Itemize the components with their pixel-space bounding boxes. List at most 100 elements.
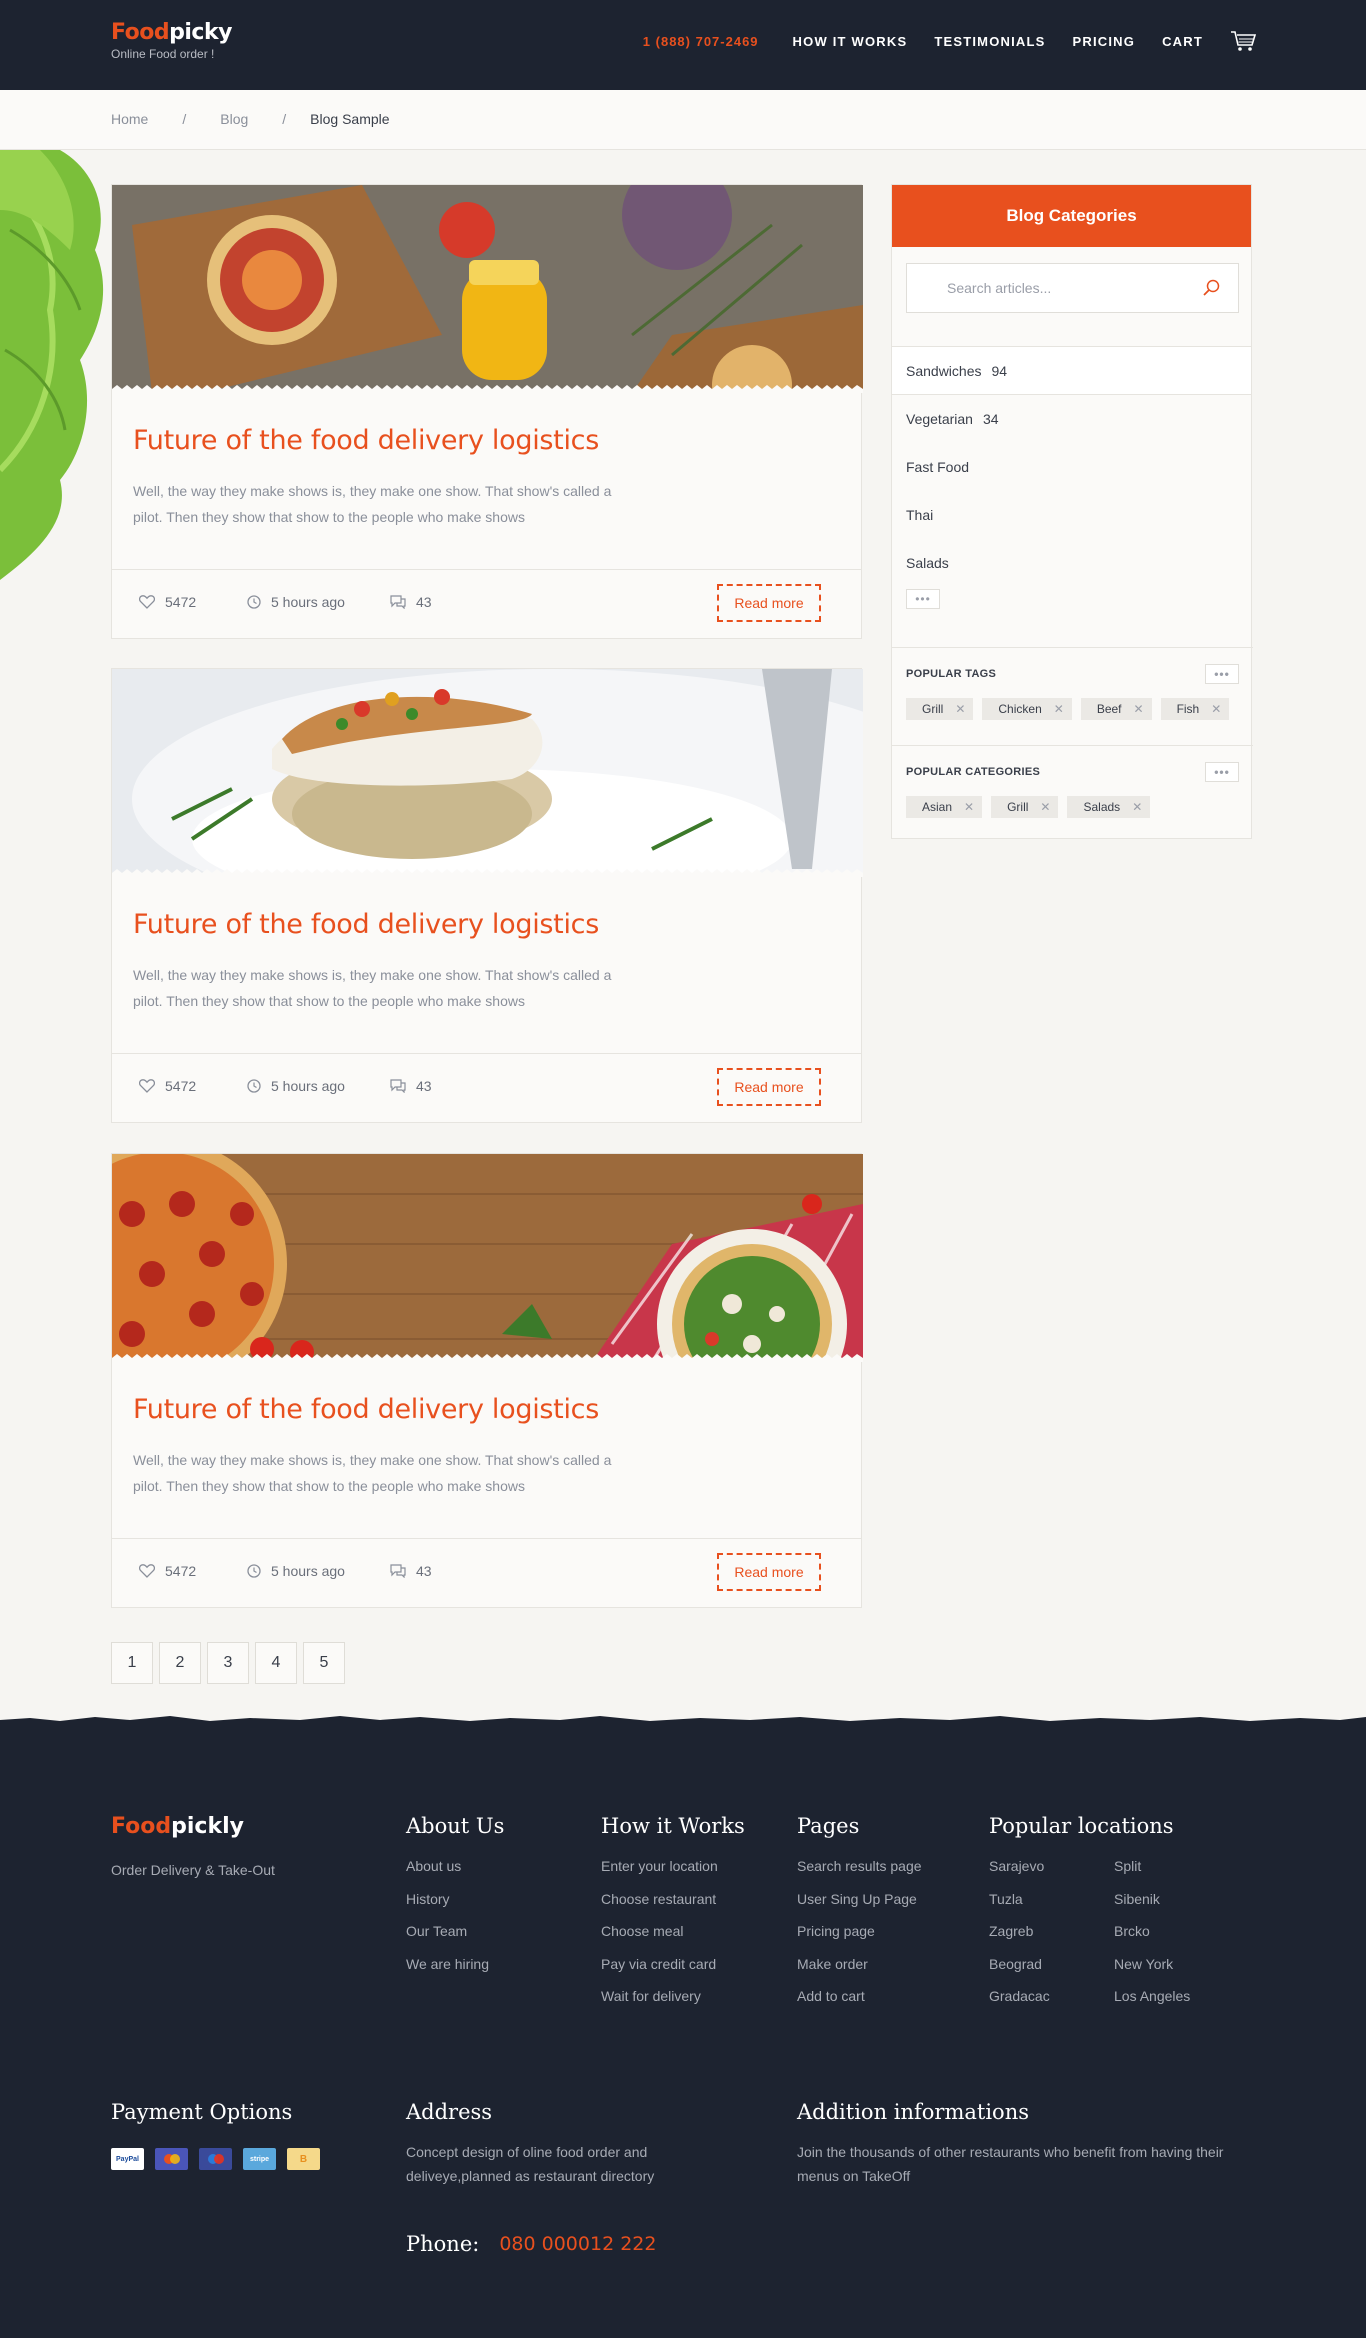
popular-tags-title: POPULAR TAGS	[906, 668, 997, 680]
location-link[interactable]: Gradacac	[989, 1988, 1114, 2021]
footer-logo[interactable]: Foodpickly	[111, 1814, 244, 1839]
nav-how-it-works[interactable]: HOW IT WORKS	[793, 34, 908, 49]
search-input[interactable]	[907, 264, 1167, 312]
footer-link[interactable]: Wait for delivery	[601, 1988, 745, 2021]
footer-link[interactable]: Pay via credit card	[601, 1956, 745, 1989]
maestro-icon	[199, 2148, 232, 2170]
cart-icon[interactable]	[1230, 30, 1256, 52]
popular-tags-more-button[interactable]: •••	[1205, 664, 1239, 684]
remove-icon[interactable]: ✕	[964, 800, 974, 814]
remove-icon[interactable]: ✕	[1211, 702, 1221, 716]
likes[interactable]: 5472	[139, 1078, 196, 1094]
remove-icon[interactable]: ✕	[1040, 800, 1050, 814]
footer-link[interactable]: History	[406, 1891, 504, 1924]
read-more-button[interactable]: Read more	[717, 584, 821, 622]
breadcrumb-home[interactable]: Home	[111, 111, 148, 127]
footer-link[interactable]: We are hiring	[406, 1956, 504, 1989]
category-item-fast-food[interactable]: Fast Food	[892, 443, 1251, 491]
zigzag-edge	[112, 385, 863, 393]
footer-link[interactable]: Choose restaurant	[601, 1891, 745, 1924]
comments-icon	[390, 1564, 406, 1578]
address-title: Address	[406, 2100, 493, 2124]
post-title[interactable]: Future of the food delivery logistics	[133, 425, 840, 456]
location-link[interactable]: Zagreb	[989, 1923, 1114, 1956]
tag-beef[interactable]: Beef ✕	[1080, 698, 1152, 720]
post-title[interactable]: Future of the food delivery logistics	[133, 1394, 840, 1425]
location-link[interactable]: Sarajevo	[989, 1858, 1114, 1891]
popular-categories-more-button[interactable]: •••	[1205, 762, 1239, 782]
header-phone[interactable]: 1 (888) 707-2469	[643, 34, 759, 49]
location-link[interactable]: Tuzla	[989, 1891, 1114, 1924]
nav-testimonials[interactable]: TESTIMONIALS	[934, 34, 1045, 49]
page-button-5[interactable]: 5	[303, 1642, 345, 1684]
category-item-sandwiches[interactable]: Sandwiches 94	[892, 347, 1251, 395]
comments[interactable]: 43	[390, 1078, 432, 1094]
tag-fish[interactable]: Fish ✕	[1160, 698, 1230, 720]
footer-tagline: Order Delivery & Take-Out	[111, 1862, 275, 1878]
remove-icon[interactable]: ✕	[1134, 702, 1144, 716]
category-name: Sandwiches	[906, 362, 982, 379]
likes[interactable]: 5472	[139, 594, 196, 610]
category-item-salads[interactable]: Salads	[892, 539, 1251, 587]
post-time: 5 hours ago	[247, 594, 345, 610]
footer-link[interactable]: Add to cart	[797, 1988, 922, 2021]
likes[interactable]: 5472	[139, 1563, 196, 1579]
likes-count: 5472	[165, 594, 197, 610]
post-title[interactable]: Future of the food delivery logistics	[133, 909, 840, 940]
post-excerpt: Well, the way they make shows is, they m…	[133, 483, 612, 525]
page-button-2[interactable]: 2	[159, 1642, 201, 1684]
location-link[interactable]: Beograd	[989, 1956, 1114, 1989]
read-more-button[interactable]: Read more	[717, 1068, 821, 1106]
footer-how-title: How it Works	[601, 1814, 745, 1838]
post-footer: 5472 5 hours ago 43 Read more	[112, 1538, 861, 1607]
footer-how-it-works: How it Works Enter your location Choose …	[601, 1814, 745, 2021]
category-tag-grill[interactable]: Grill ✕	[991, 796, 1059, 818]
breadcrumb-separator: /	[282, 111, 287, 127]
footer-link[interactable]: Search results page	[797, 1858, 922, 1891]
read-more-button[interactable]: Read more	[717, 1553, 821, 1591]
clock-icon	[247, 1079, 261, 1093]
page-button-3[interactable]: 3	[207, 1642, 249, 1684]
tag-chicken[interactable]: Chicken ✕	[982, 698, 1072, 720]
post-image[interactable]	[112, 669, 863, 877]
comments[interactable]: 43	[390, 594, 432, 610]
mastercard-icon	[155, 2148, 188, 2170]
remove-icon[interactable]: ✕	[955, 702, 965, 716]
footer-link[interactable]: Choose meal	[601, 1923, 745, 1956]
location-link[interactable]: Los Angeles	[1114, 1988, 1239, 2021]
location-link[interactable]: Sibenik	[1114, 1891, 1239, 1924]
footer-link[interactable]: Enter your location	[601, 1858, 745, 1891]
category-tag-asian[interactable]: Asian ✕	[906, 796, 983, 818]
location-link[interactable]: Brcko	[1114, 1923, 1239, 1956]
post-image[interactable]	[112, 1154, 863, 1362]
logo-food: Food	[111, 20, 170, 45]
search-icon[interactable]	[1202, 279, 1220, 297]
nav-pricing[interactable]: PRICING	[1073, 34, 1136, 49]
category-item-vegetarian[interactable]: Vegetarian 34	[892, 395, 1251, 443]
category-item-thai[interactable]: Thai	[892, 491, 1251, 539]
location-link[interactable]: Split	[1114, 1858, 1239, 1891]
remove-icon[interactable]: ✕	[1054, 702, 1064, 716]
blog-post-card: Future of the food delivery logistics We…	[111, 668, 863, 1123]
nav-cart[interactable]: CART	[1162, 34, 1203, 49]
footer-link[interactable]: Our Team	[406, 1923, 504, 1956]
location-link[interactable]: New York	[1114, 1956, 1239, 1989]
page-button-4[interactable]: 4	[255, 1642, 297, 1684]
comments[interactable]: 43	[390, 1563, 432, 1579]
footer-link[interactable]: User Sing Up Page	[797, 1891, 922, 1924]
tag-grill[interactable]: Grill ✕	[906, 698, 974, 720]
remove-icon[interactable]: ✕	[1132, 800, 1142, 814]
phone-number[interactable]: 080 000012 222	[499, 2233, 656, 2255]
footer-link[interactable]: Make order	[797, 1956, 922, 1989]
popular-categories-title: POPULAR CATEGORIES	[906, 766, 1041, 778]
footer-locations: Popular locations Sarajevo Split Tuzla S…	[989, 1814, 1239, 2021]
page-button-1[interactable]: 1	[111, 1642, 153, 1684]
breadcrumb-blog[interactable]: Blog	[220, 111, 248, 127]
footer-link[interactable]: Pricing page	[797, 1923, 922, 1956]
more-categories-button[interactable]: •••	[906, 589, 940, 609]
paypal-icon: PayPal	[111, 2148, 144, 2170]
logo[interactable]: Foodpicky Online Food order !	[111, 20, 232, 61]
post-image[interactable]	[112, 185, 863, 393]
footer-link[interactable]: About us	[406, 1858, 504, 1891]
category-tag-salads[interactable]: Salads ✕	[1067, 796, 1151, 818]
